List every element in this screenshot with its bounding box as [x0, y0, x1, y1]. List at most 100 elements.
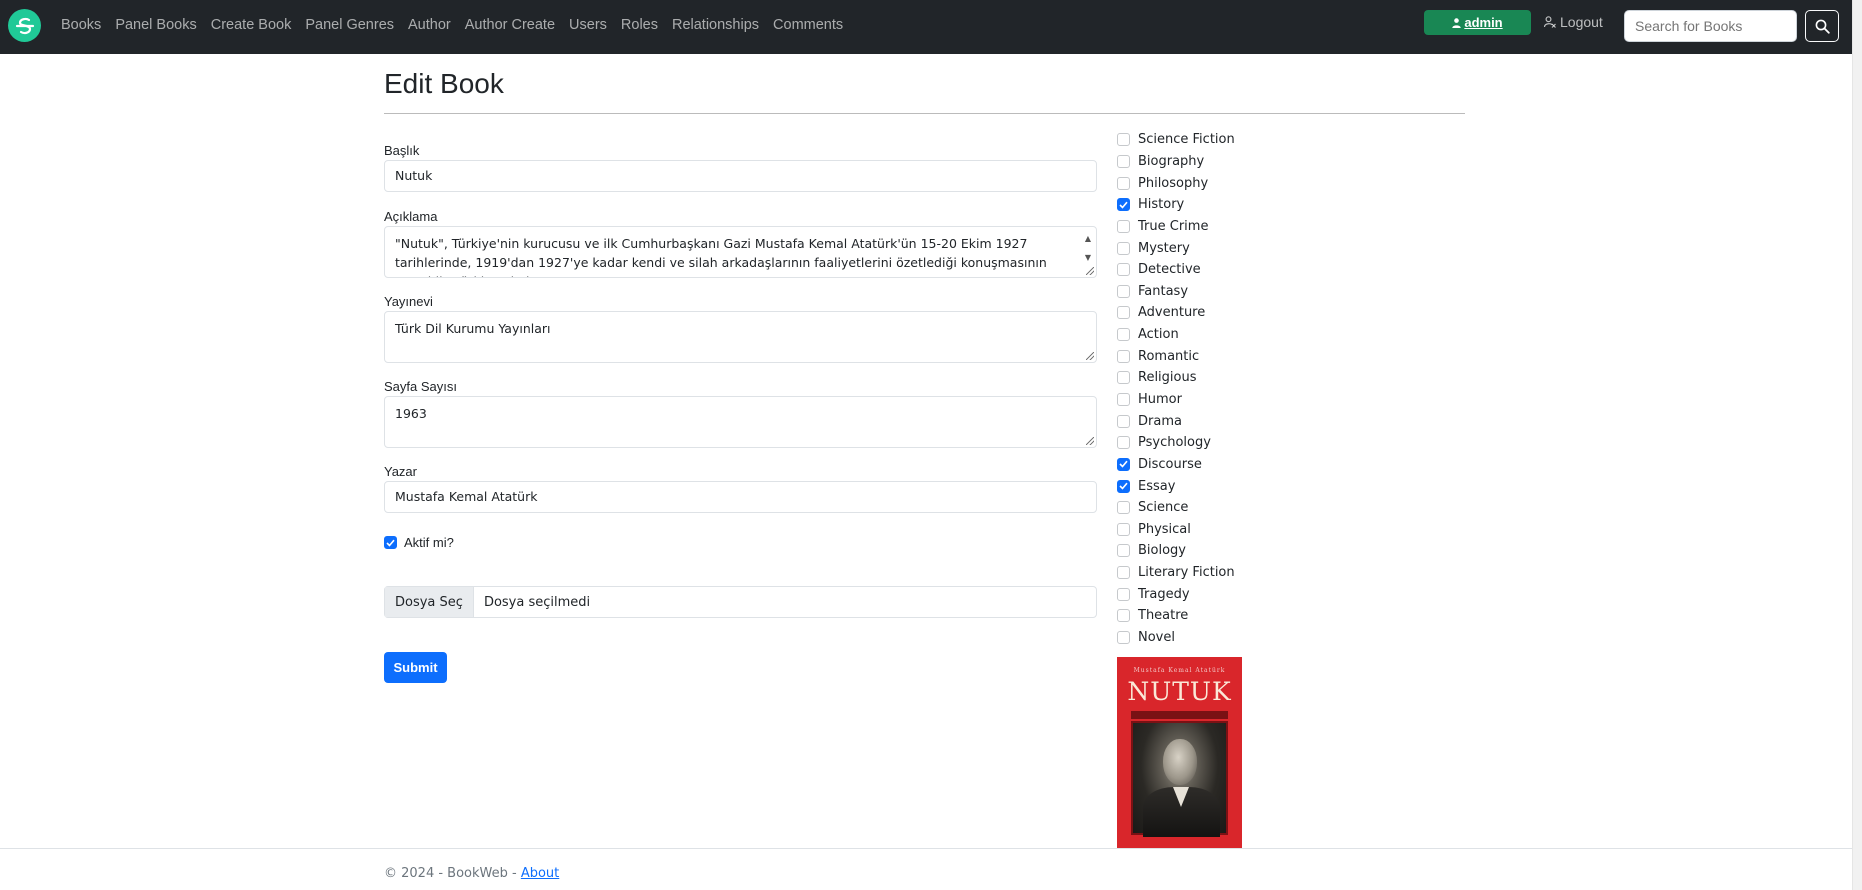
description-text: "Nutuk", Türkiye'nin kurucusu ve ilk Cum…: [395, 236, 1047, 277]
genre-item[interactable]: Drama: [1117, 410, 1235, 432]
genre-checkbox[interactable]: [1117, 609, 1130, 623]
resize-grip-icon[interactable]: [1086, 352, 1094, 360]
genre-item[interactable]: Action: [1117, 324, 1235, 346]
genre-label: Theatre: [1138, 608, 1189, 624]
search-input[interactable]: [1624, 10, 1797, 42]
genre-item[interactable]: Science: [1117, 497, 1235, 519]
footer-copyright: © 2024 - BookWeb -: [384, 866, 521, 881]
genre-checkbox[interactable]: [1117, 241, 1130, 255]
genre-item[interactable]: Biography: [1117, 151, 1235, 173]
genre-checkbox[interactable]: [1117, 501, 1130, 515]
nav-link-books[interactable]: Books: [61, 17, 101, 33]
genre-checkbox[interactable]: [1117, 349, 1130, 363]
genre-checkbox[interactable]: [1117, 154, 1130, 168]
nav-link-relationships[interactable]: Relationships: [672, 17, 759, 33]
genre-label: Romantic: [1138, 348, 1200, 364]
user-logout-icon: [1544, 16, 1556, 28]
genre-checkbox-list: Science Fiction Biography Philosophy Histor…: [1117, 129, 1235, 648]
pages-textarea[interactable]: 1963: [384, 396, 1097, 448]
nav-link-users[interactable]: Users: [569, 17, 607, 33]
genre-checkbox[interactable]: [1117, 263, 1130, 277]
publisher-textarea[interactable]: Türk Dil Kurumu Yayınları: [384, 311, 1097, 363]
genre-item[interactable]: Mystery: [1117, 237, 1235, 259]
genre-checkbox[interactable]: [1117, 479, 1130, 493]
genre-item[interactable]: Tragedy: [1117, 583, 1235, 605]
genre-item[interactable]: Fantasy: [1117, 280, 1235, 302]
search-button[interactable]: [1805, 10, 1839, 42]
cover-title: NUTUK: [1127, 677, 1232, 706]
file-input[interactable]: Dosya Seç Dosya seçilmedi: [384, 586, 1097, 618]
nav-link-author-create[interactable]: Author Create: [465, 17, 555, 33]
genre-item[interactable]: Novel: [1117, 627, 1235, 649]
genre-item[interactable]: Philosophy: [1117, 172, 1235, 194]
active-checkbox-row[interactable]: Aktif mi?: [384, 535, 454, 550]
genre-checkbox[interactable]: [1117, 631, 1130, 645]
logout-link[interactable]: Logout: [1544, 14, 1603, 30]
genre-item[interactable]: Theatre: [1117, 605, 1235, 627]
active-checkbox[interactable]: [384, 536, 397, 549]
pages-text: 1963: [395, 406, 427, 421]
genre-item[interactable]: Physical: [1117, 519, 1235, 541]
publisher-text: Türk Dil Kurumu Yayınları: [395, 321, 551, 336]
genre-item[interactable]: Religious: [1117, 367, 1235, 389]
genre-item[interactable]: Biology: [1117, 540, 1235, 562]
brand-logo-icon[interactable]: [8, 9, 41, 42]
genre-checkbox[interactable]: [1117, 522, 1130, 536]
nav-link-roles[interactable]: Roles: [621, 17, 658, 33]
genre-item[interactable]: Science Fiction: [1117, 129, 1235, 151]
description-textarea[interactable]: "Nutuk", Türkiye'nin kurucusu ve ilk Cum…: [384, 226, 1097, 278]
genre-label: Physical: [1138, 521, 1191, 537]
genre-checkbox[interactable]: [1117, 198, 1130, 212]
genre-checkbox[interactable]: [1117, 284, 1130, 298]
genre-label: Novel: [1138, 630, 1175, 646]
genre-item[interactable]: Humor: [1117, 389, 1235, 411]
genre-checkbox[interactable]: [1117, 457, 1130, 471]
genre-item[interactable]: Romantic: [1117, 345, 1235, 367]
genre-checkbox[interactable]: [1117, 133, 1130, 147]
nav-links: Books Panel Books Create Book Panel Genr…: [54, 0, 850, 50]
file-status: Dosya seçilmedi: [483, 594, 591, 610]
genre-checkbox[interactable]: [1117, 393, 1130, 406]
page-scrollbar[interactable]: [1852, 0, 1862, 890]
genre-label: Literary Fiction: [1138, 565, 1235, 581]
nav-link-create-book[interactable]: Create Book: [211, 17, 292, 33]
nav-link-panel-books[interactable]: Panel Books: [115, 17, 196, 33]
genre-checkbox[interactable]: [1117, 587, 1130, 601]
genre-item[interactable]: True Crime: [1117, 216, 1235, 238]
title-field[interactable]: Nutuk: [384, 160, 1097, 192]
submit-button[interactable]: Submit: [384, 652, 447, 683]
genre-label: Religious: [1138, 370, 1197, 386]
genre-checkbox[interactable]: [1117, 414, 1130, 428]
genre-checkbox[interactable]: [1117, 566, 1130, 580]
genre-checkbox[interactable]: [1117, 328, 1130, 342]
choose-file-button[interactable]: Dosya Seç: [385, 587, 474, 617]
resize-grip-icon[interactable]: [1086, 267, 1094, 275]
genre-item[interactable]: Literary Fiction: [1117, 562, 1235, 584]
genre-checkbox[interactable]: [1117, 176, 1130, 190]
nav-link-author[interactable]: Author: [408, 17, 451, 33]
genre-item[interactable]: Psychology: [1117, 432, 1235, 454]
resize-grip-icon[interactable]: [1086, 437, 1094, 445]
genre-item[interactable]: Essay: [1117, 475, 1235, 497]
genre-checkbox[interactable]: [1117, 436, 1130, 450]
author-field[interactable]: Mustafa Kemal Atatürk: [384, 481, 1097, 513]
logout-label: Logout: [1560, 14, 1603, 30]
genre-checkbox[interactable]: [1117, 306, 1130, 320]
genre-checkbox[interactable]: [1117, 219, 1130, 233]
publisher-field-label: Yayınevi: [384, 294, 433, 309]
nav-link-panel-genres[interactable]: Panel Genres: [305, 17, 394, 33]
author-field-label: Yazar: [384, 464, 417, 479]
genre-checkbox[interactable]: [1117, 371, 1130, 385]
genre-label: Essay: [1138, 478, 1176, 494]
genre-checkbox[interactable]: [1117, 544, 1130, 558]
admin-button[interactable]: admin: [1424, 10, 1531, 35]
textarea-scroll-arrows[interactable]: ▲ ▼: [1082, 229, 1094, 263]
title-field-label: Başlık: [384, 143, 420, 158]
genre-item[interactable]: Detective: [1117, 259, 1235, 281]
book-cover-image: Mustafa Kemal Atatürk NUTUK: [1117, 657, 1242, 848]
nav-link-comments[interactable]: Comments: [773, 17, 843, 33]
genre-item[interactable]: Discourse: [1117, 454, 1235, 476]
genre-item[interactable]: History: [1117, 194, 1235, 216]
footer-about-link[interactable]: About: [521, 866, 559, 881]
genre-item[interactable]: Adventure: [1117, 302, 1235, 324]
